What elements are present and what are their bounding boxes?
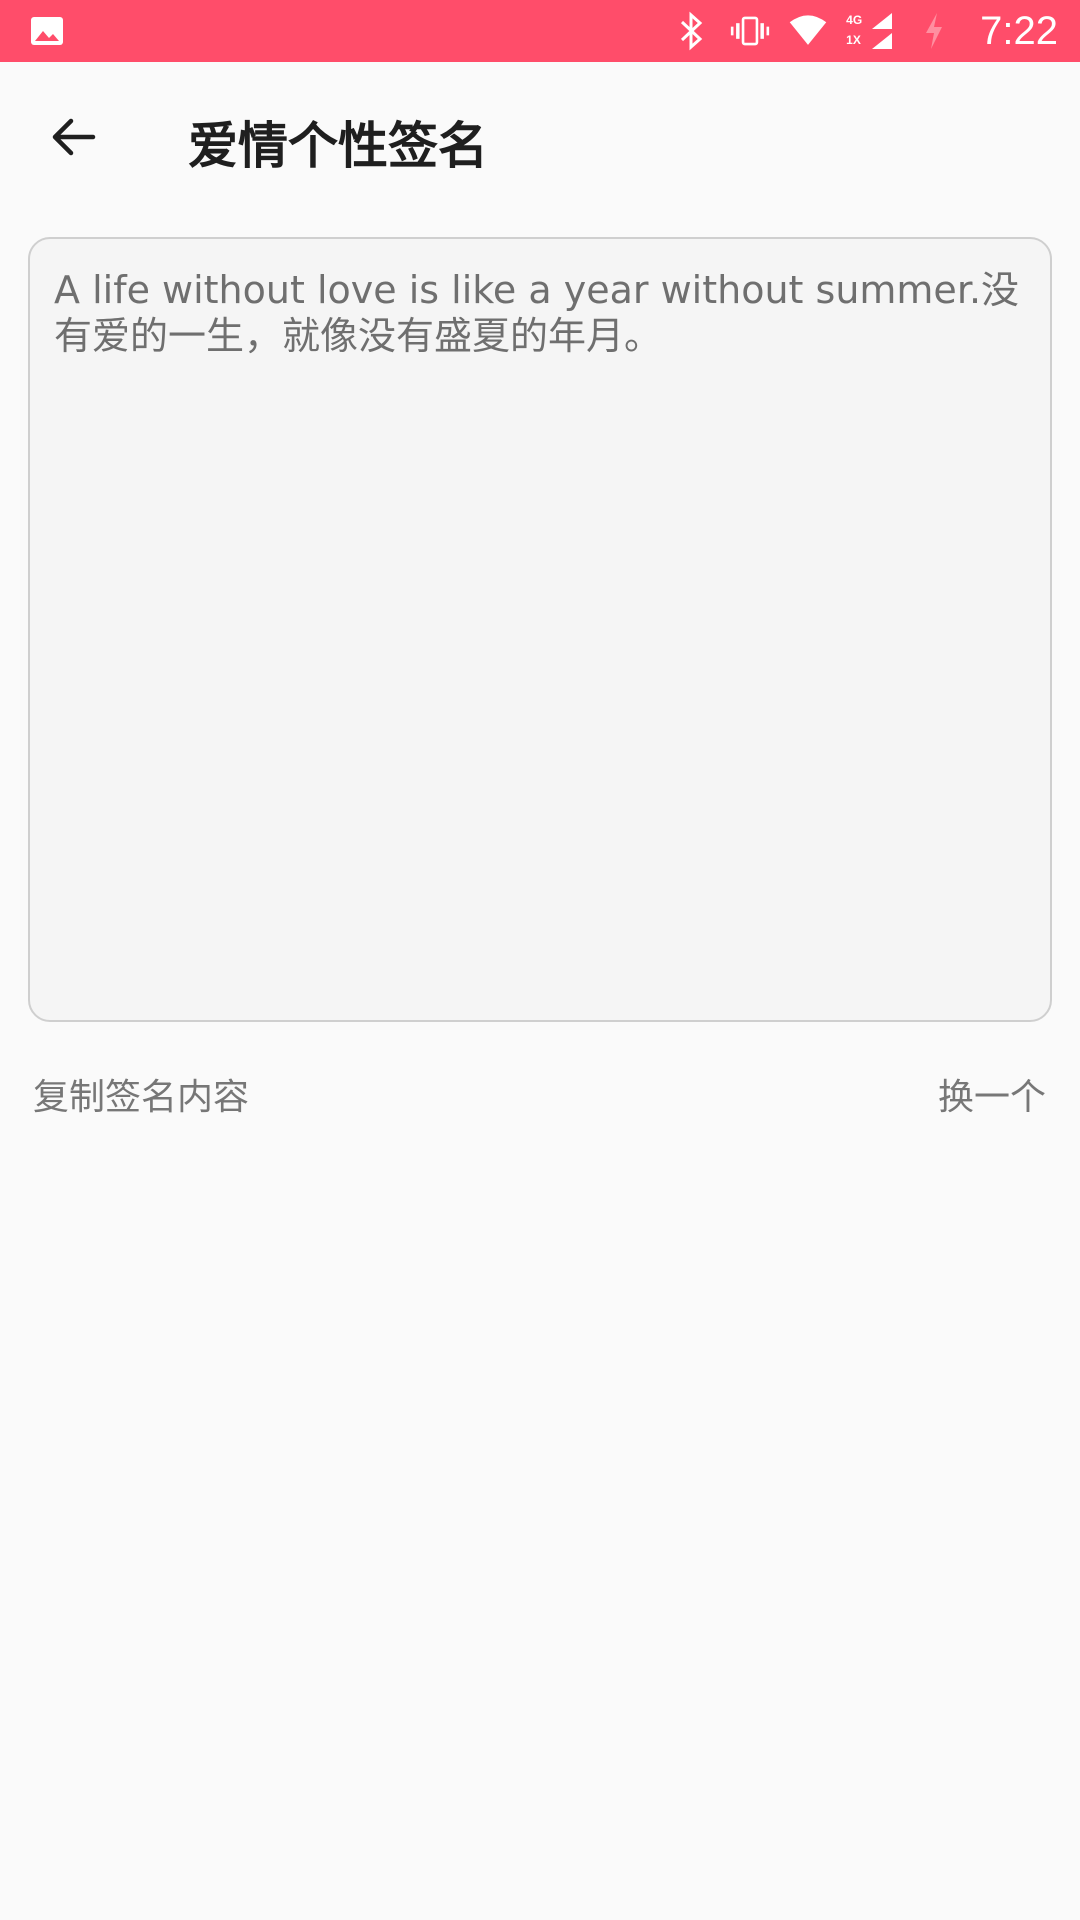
signature-text: A life without love is like a year witho…	[54, 268, 1020, 358]
next-signature-button[interactable]: 换一个	[938, 1068, 1046, 1120]
image-icon	[30, 14, 64, 48]
copy-signature-button[interactable]: 复制签名内容	[33, 1068, 249, 1120]
status-bar: 4G 1X 7:22	[0, 0, 1080, 62]
charging-icon	[914, 11, 954, 51]
signal-icon: 4G 1X	[846, 11, 896, 51]
page-title: 爱情个性签名	[188, 117, 488, 175]
vibrate-icon	[730, 11, 770, 51]
status-time: 7:22	[980, 8, 1058, 53]
app-bar: 爱情个性签名	[0, 62, 1080, 212]
signature-card: A life without love is like a year witho…	[28, 237, 1052, 1022]
status-icons: 4G 1X 7:22	[672, 0, 1058, 62]
back-button[interactable]	[36, 102, 110, 176]
arrow-left-icon	[49, 113, 97, 165]
wifi-icon	[788, 11, 828, 51]
bluetooth-icon	[672, 11, 712, 51]
